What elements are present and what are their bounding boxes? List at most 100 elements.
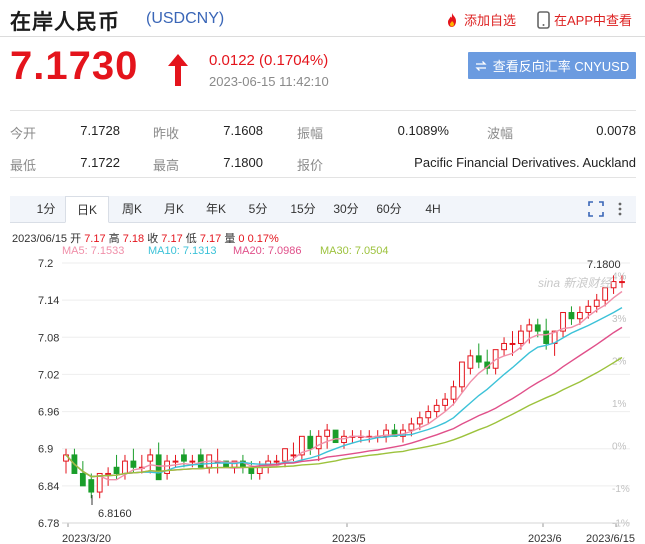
x-tick-label: 2023/5: [332, 533, 366, 544]
candle-body: [324, 429, 331, 437]
open-in-app-button[interactable]: 在APP中查看: [537, 10, 632, 29]
candle-body: [442, 398, 448, 406]
tab-monthly[interactable]: 月K: [156, 196, 192, 222]
header-divider: [0, 36, 645, 37]
candle-body: [130, 460, 137, 468]
tab-daily[interactable]: 日K: [65, 196, 109, 223]
tab-30min[interactable]: 30分: [328, 196, 364, 222]
x-tick-label: 2023/6/15: [586, 533, 635, 544]
amplitude-label: 振幅: [297, 126, 324, 141]
ohlc-date: 2023/06/15: [12, 233, 68, 245]
pct-tick-label: -1%: [612, 484, 630, 495]
open-label: 今开: [10, 126, 37, 141]
pct-tick-label: -1%: [612, 518, 630, 529]
candle-body: [113, 466, 120, 474]
add-watchlist-button[interactable]: 添加自选: [444, 10, 516, 29]
ma10-line: [65, 306, 623, 478]
reverse-rate-label: 查看反向汇率 CNYUSD: [492, 59, 630, 74]
prev-close-label: 昨收: [153, 126, 180, 141]
ohlc-high: 7.18: [122, 233, 145, 245]
open-value: 7.1728: [80, 123, 120, 138]
x-tick-label: 2023/6: [528, 533, 562, 544]
candle-body: [467, 355, 474, 369]
y-tick-label: 6.78: [38, 518, 59, 530]
x-tick-label: 2023/3/20: [62, 533, 111, 544]
candle-body: [197, 454, 204, 468]
ohlc-low: 7.17: [199, 233, 222, 245]
y-tick-label: 7.2: [38, 258, 53, 270]
pct-tick-label: 4%: [612, 271, 627, 282]
y-tick-label: 6.9: [38, 444, 53, 456]
reverse-rate-button[interactable]: 查看反向汇率 CNYUSD: [468, 52, 636, 79]
table-divider-top: [10, 110, 636, 111]
ohlc-vol-label: 量: [224, 233, 236, 245]
pct-tick-label: 3%: [612, 314, 627, 325]
quote-time: 2023-06-15 11:42:10: [209, 74, 329, 89]
candle-body: [576, 312, 583, 320]
current-price: 7.1730: [10, 44, 139, 88]
kline-chart[interactable]: 7.27.147.087.026.966.96.846.78 4%3%2%1%0…: [0, 255, 645, 544]
candle-body: [290, 454, 297, 457]
low-value: 7.1722: [80, 155, 120, 170]
max-price-label: 7.1800: [587, 259, 621, 271]
candle-body: [610, 281, 617, 289]
source-value: Pacific Financial Derivatives. Auckland: [414, 155, 636, 170]
tab-yearly[interactable]: 年K: [198, 196, 234, 222]
range-value: 0.0078: [596, 123, 636, 138]
candle-body: [122, 460, 128, 474]
add-watchlist-label: 添加自选: [464, 13, 517, 28]
ma20-line: [65, 326, 623, 478]
swap-icon: [475, 60, 487, 71]
currency-code: (USDCNY): [146, 10, 225, 27]
price-change: 0.0122 (0.1704%): [209, 52, 329, 69]
ohlc-summary: 2023/06/15 开 7.17 高 7.18 收 7.17 低 7.17 量…: [12, 230, 279, 246]
ohlc-pct: 0.17%: [247, 233, 279, 245]
candle-body: [147, 454, 154, 462]
candle-body: [518, 330, 524, 344]
tab-15min[interactable]: 15分: [285, 196, 321, 222]
min-price-label: 6.8160: [98, 508, 132, 520]
candle-body: [509, 342, 516, 345]
watermark-text: sina 新浪财经: [538, 276, 613, 290]
candle-body: [425, 411, 432, 419]
open-in-app-label: 在APP中查看: [554, 13, 633, 28]
ohlc-close: 7.17: [161, 233, 183, 245]
source-label: 报价: [297, 158, 324, 173]
candle-body: [459, 361, 465, 388]
flame-icon: [448, 12, 456, 27]
ohlc-open-label: 开: [70, 233, 82, 245]
tab-4h[interactable]: 4H: [418, 196, 448, 222]
candle-body: [534, 324, 541, 332]
high-label: 最高: [153, 158, 180, 173]
candle-body: [475, 355, 482, 363]
tab-60min[interactable]: 60分: [371, 196, 407, 222]
ohlc-high-label: 高: [108, 233, 120, 245]
tab-1min[interactable]: 1分: [28, 196, 64, 222]
y-tick-label: 7.02: [38, 369, 59, 381]
pct-tick-label: 0%: [612, 442, 627, 453]
ohlc-low-label: 低: [185, 233, 197, 245]
y-tick-label: 6.96: [38, 407, 59, 419]
table-divider-bottom: [10, 177, 636, 178]
up-arrow-icon: [168, 54, 188, 86]
candle-body: [416, 417, 423, 425]
amplitude-value: 0.1089%: [397, 123, 449, 138]
candle-body: [593, 299, 600, 307]
ohlc-close-label: 收: [147, 233, 159, 245]
tab-5min[interactable]: 5分: [243, 196, 273, 222]
low-label: 最低: [10, 158, 37, 173]
candle-body: [315, 435, 322, 450]
candle-body: [155, 454, 162, 481]
fullscreen-icon[interactable]: [588, 201, 604, 217]
more-icon[interactable]: [616, 201, 624, 217]
high-value: 7.1800: [223, 155, 263, 170]
ohlc-open: 7.17: [84, 233, 106, 245]
candle-body: [88, 479, 95, 493]
candle-body: [450, 386, 457, 400]
candle-body: [619, 281, 625, 284]
candle-body: [543, 330, 550, 344]
tab-weekly[interactable]: 周K: [114, 196, 150, 222]
candle-body: [172, 460, 179, 463]
candle-body: [408, 423, 415, 431]
candle-body: [501, 342, 507, 351]
